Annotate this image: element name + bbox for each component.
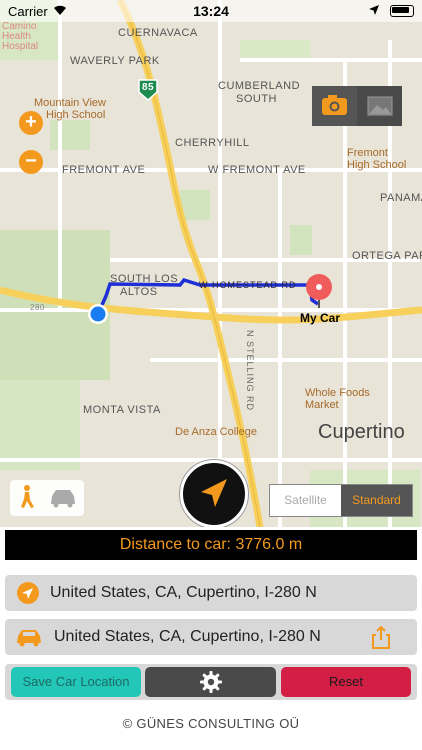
label-cuernavaca: CUERNAVACA [118, 27, 198, 39]
label-ortega-park: ORTEGA PARK [352, 250, 422, 262]
media-toolbar [312, 86, 402, 126]
share-icon[interactable] [370, 626, 392, 650]
reset-button[interactable]: Reset [281, 667, 411, 697]
label-fremont-ave-east: W FREMONT AVE [208, 164, 306, 176]
map-type-standard[interactable]: Standard [341, 485, 412, 516]
highway-280-label: 280 [30, 303, 45, 312]
transport-mode-selector [10, 480, 84, 516]
status-bar: Carrier 13:24 [0, 0, 422, 22]
label-city-cupertino: Cupertino [318, 421, 405, 443]
car-location-icon [17, 630, 41, 647]
navigate-button[interactable] [180, 460, 248, 527]
map-type-satellite[interactable]: Satellite [270, 485, 341, 516]
label-waverly-park: WAVERLY PARK [70, 55, 160, 67]
car-icon[interactable] [51, 490, 75, 508]
car-location-row: United States, CA, Cupertino, I-280 N [5, 619, 417, 655]
status-time: 13:24 [193, 3, 229, 19]
label-stelling-rd: N STELLING RD [245, 330, 255, 412]
location-arrow-icon [17, 582, 39, 604]
poi-fremont-high-2: High School [347, 159, 407, 171]
label-cherryhill: CHERRYHILL [175, 137, 250, 149]
camera-button[interactable] [312, 86, 357, 126]
map-type-selector: Satellite Standard [269, 484, 413, 517]
label-fremont-ave-west: FREMONT AVE [62, 164, 146, 176]
label-cumberland: CUMBERLAND [218, 80, 301, 92]
settings-button[interactable] [145, 667, 276, 697]
map-view[interactable]: CUERNAVACA WAVERLY PARK CUMBERLAND SOUTH… [0, 0, 422, 527]
car-location-address: United States, CA, Cupertino, I-280 N [54, 628, 321, 645]
highway-85-shield: 85 [142, 82, 155, 93]
battery-icon [390, 5, 414, 17]
poi-de-anza-college: De Anza College [175, 426, 257, 438]
photo-gallery-icon [367, 96, 393, 116]
distance-banner: Distance to car: 3776.0 m [5, 530, 417, 560]
poi-whole-foods-2: Market [305, 399, 339, 411]
footer-copyright: © GÜNES CONSULTING OÜ [122, 716, 300, 731]
car-pin-label: My Car [300, 311, 341, 325]
label-monta-vista: MONTA VISTA [83, 404, 161, 416]
poi-hospital-3: Hospital [2, 41, 39, 52]
walk-icon[interactable] [21, 485, 34, 508]
save-car-location-button[interactable]: Save Car Location [11, 667, 141, 697]
zoom-in-button[interactable]: + [19, 111, 43, 135]
label-south-los: SOUTH LOS [110, 273, 179, 285]
label-homestead-rd: W HOMESTEAD RD [199, 280, 297, 290]
location-services-icon [369, 5, 379, 15]
map-canvas [0, 0, 422, 527]
photo-gallery-button[interactable] [357, 86, 402, 126]
gear-icon [199, 671, 222, 693]
current-location-row: United States, CA, Cupertino, I-280 N [5, 575, 417, 611]
poi-mv-high-school-2: High School [46, 109, 106, 121]
label-panama: PANAMA [380, 192, 422, 204]
action-button-row: Save Car Location Reset [5, 664, 417, 700]
label-cumberland-south: SOUTH [236, 93, 277, 105]
navigation-arrow-icon [201, 479, 227, 507]
zoom-out-button[interactable]: − [19, 150, 43, 174]
current-location-address: United States, CA, Cupertino, I-280 N [50, 584, 317, 601]
camera-icon [322, 95, 347, 115]
label-altos: ALTOS [120, 286, 158, 298]
